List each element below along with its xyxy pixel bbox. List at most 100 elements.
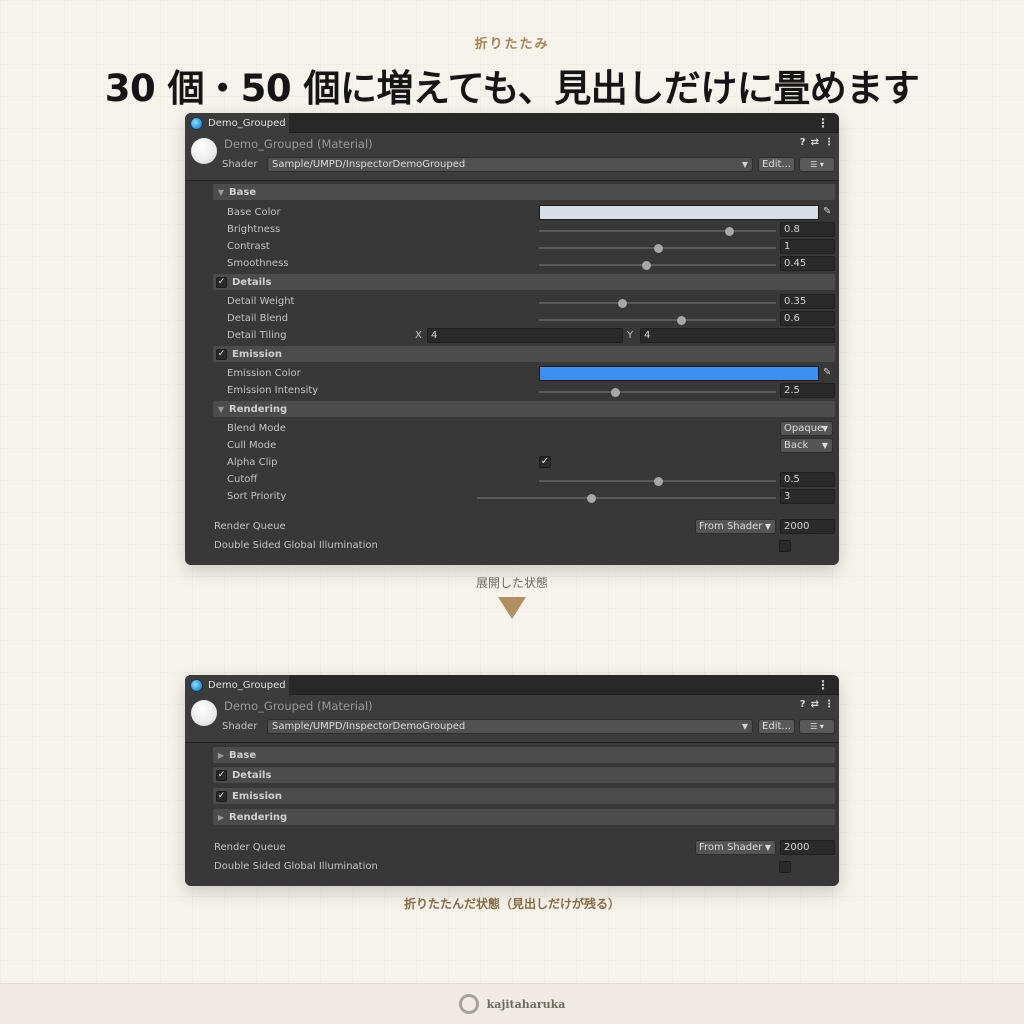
eyedropper-icon[interactable]: ✎ (823, 367, 831, 378)
contrast-slider-knob[interactable] (653, 244, 663, 253)
base-color-label: Base Color (227, 207, 281, 218)
alpha-clip-checkbox[interactable]: ✓ (539, 456, 551, 468)
render-queue-label: Render Queue (214, 842, 286, 853)
group-header-details[interactable]: ✓ Details (213, 767, 835, 783)
chevron-down-icon: ▼ (821, 424, 828, 433)
emission-intensity-field[interactable]: 2.5 (780, 383, 835, 398)
group-label: Base (229, 186, 257, 198)
material-header: Demo_Grouped (Material) ? ⇄ ⋮ Shader Sam… (185, 695, 839, 743)
unity-logo-icon (190, 116, 203, 130)
caption-expanded: 展開した状態 (475, 576, 548, 590)
brightness-field[interactable]: 0.8 (780, 222, 835, 237)
contrast-label: Contrast (227, 241, 270, 252)
checkmark-icon[interactable]: ✓ (216, 790, 227, 802)
group-header-emission[interactable]: ✓ Emission (213, 346, 835, 362)
detail-blend-slider-knob[interactable] (677, 316, 687, 325)
material-preview-icon (191, 138, 217, 164)
help-icon[interactable]: ? (800, 137, 806, 148)
shader-value: Sample/UMPD/InspectorDemoGrouped (272, 159, 466, 170)
tiling-y-field[interactable]: 4 (640, 328, 835, 343)
blend-mode-value: Opaque (784, 423, 824, 434)
render-queue-field[interactable]: 2000 (780, 519, 835, 534)
shader-label: Shader (222, 159, 258, 170)
group-label: Base (229, 749, 257, 761)
material-preview-icon (191, 700, 217, 726)
cull-mode-dropdown[interactable]: Back ▼ (780, 438, 833, 453)
kebab-menu-icon[interactable]: ⋮ (817, 116, 829, 130)
smoothness-field[interactable]: 0.45 (780, 256, 835, 271)
tab-title: Demo_Grouped (208, 679, 286, 691)
group-label: Details (232, 769, 272, 781)
emission-color-swatch[interactable] (539, 366, 819, 381)
detail-weight-slider-knob[interactable] (617, 299, 627, 308)
render-queue-label: Render Queue (214, 521, 286, 532)
smoothness-slider[interactable] (539, 264, 776, 266)
unity-logo-icon (190, 678, 203, 692)
sort-priority-label: Sort Priority (227, 491, 287, 502)
render-queue-mode-value: From Shader (699, 842, 763, 853)
group-header-base[interactable]: ▼ Base (213, 184, 835, 200)
checkmark-icon[interactable]: ✓ (216, 348, 227, 360)
emission-intensity-slider-knob[interactable] (610, 388, 620, 397)
tiling-x-label: X (415, 330, 422, 341)
group-header-base[interactable]: ▶ Base (213, 747, 835, 763)
inspector-panel-expanded: Demo_Grouped ⋮ Demo_Grouped (Material) ?… (185, 113, 839, 565)
eyedropper-icon[interactable]: ✎ (823, 206, 831, 217)
preset-icon[interactable]: ⇄ (811, 699, 819, 710)
cull-mode-label: Cull Mode (227, 440, 277, 451)
edit-shader-button[interactable]: Edit... (758, 719, 795, 734)
group-header-emission[interactable]: ✓ Emission (213, 788, 835, 804)
tiling-x-field[interactable]: 4 (427, 328, 623, 343)
render-queue-mode-dropdown[interactable]: From Shader ▼ (695, 519, 776, 534)
group-header-details[interactable]: ✓ Details (213, 274, 835, 290)
more-icon[interactable]: ⋮ (824, 699, 834, 710)
detail-weight-label: Detail Weight (227, 296, 295, 307)
sort-priority-slider-knob[interactable] (586, 494, 596, 503)
double-sided-gi-checkbox[interactable] (779, 861, 791, 873)
smoothness-label: Smoothness (227, 258, 289, 269)
cutoff-slider-knob[interactable] (653, 477, 663, 486)
shader-dropdown[interactable]: Sample/UMPD/InspectorDemoGrouped ▼ (267, 157, 753, 172)
sort-priority-slider[interactable] (477, 497, 776, 499)
tab-demo-grouped[interactable]: Demo_Grouped (185, 675, 289, 695)
brightness-slider[interactable] (539, 230, 776, 232)
brightness-label: Brightness (227, 224, 281, 235)
contrast-field[interactable]: 1 (780, 239, 835, 254)
double-sided-gi-checkbox[interactable] (779, 540, 791, 552)
smoothness-slider-knob[interactable] (641, 261, 651, 270)
help-icon[interactable]: ? (800, 699, 806, 710)
cutoff-field[interactable]: 0.5 (780, 472, 835, 487)
blend-mode-dropdown[interactable]: Opaque ▼ (780, 421, 833, 436)
tab-bar: Demo_Grouped ⋮ (185, 675, 839, 695)
emission-intensity-slider[interactable] (539, 391, 776, 393)
emission-color-label: Emission Color (227, 368, 301, 379)
foldout-collapsed-icon: ▶ (217, 812, 225, 822)
shader-dropdown[interactable]: Sample/UMPD/InspectorDemoGrouped ▼ (267, 719, 753, 734)
cutoff-label: Cutoff (227, 474, 258, 485)
preset-icon[interactable]: ⇄ (811, 137, 819, 148)
shader-label: Shader (222, 721, 258, 732)
detail-weight-slider[interactable] (539, 302, 776, 304)
base-color-swatch[interactable] (539, 205, 819, 220)
group-label: Details (232, 276, 272, 288)
tab-demo-grouped[interactable]: Demo_Grouped (185, 113, 289, 133)
inspector-panel-collapsed: Demo_Grouped ⋮ Demo_Grouped (Material) ?… (185, 675, 839, 886)
group-label: Emission (232, 348, 282, 360)
render-queue-mode-dropdown[interactable]: From Shader ▼ (695, 840, 776, 855)
cull-mode-value: Back (784, 440, 809, 451)
sort-priority-field[interactable]: 3 (780, 489, 835, 504)
brightness-slider-knob[interactable] (724, 227, 734, 236)
checkmark-icon[interactable]: ✓ (216, 769, 227, 781)
kebab-menu-icon[interactable]: ⋮ (817, 678, 829, 692)
render-queue-field[interactable]: 2000 (780, 840, 835, 855)
detail-blend-slider[interactable] (539, 319, 776, 321)
detail-weight-field[interactable]: 0.35 (780, 294, 835, 309)
edit-shader-button[interactable]: Edit... (758, 157, 795, 172)
shader-list-button[interactable]: ☰ ▾ (799, 157, 835, 172)
group-header-rendering[interactable]: ▼ Rendering (213, 401, 835, 417)
more-icon[interactable]: ⋮ (824, 137, 834, 148)
detail-blend-field[interactable]: 0.6 (780, 311, 835, 326)
checkmark-icon[interactable]: ✓ (216, 276, 227, 288)
shader-list-button[interactable]: ☰ ▾ (799, 719, 835, 734)
group-header-rendering[interactable]: ▶ Rendering (213, 809, 835, 825)
